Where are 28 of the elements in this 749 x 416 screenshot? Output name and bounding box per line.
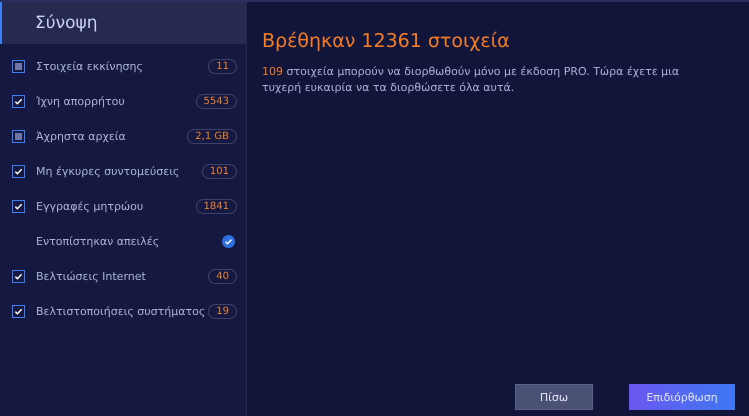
count-badge: 40 <box>208 269 237 284</box>
back-button[interactable]: Πίσω <box>515 384 593 410</box>
repair-button[interactable]: Επιδιόρθωση <box>629 384 735 410</box>
count-badge: 5543 <box>196 94 237 109</box>
count-badge: 1841 <box>196 199 237 214</box>
count-badge: 2,1 GB <box>187 129 237 144</box>
count-badge: 101 <box>202 164 237 179</box>
count-badge: 11 <box>208 59 237 74</box>
checkbox[interactable] <box>12 130 25 143</box>
count-badge: 19 <box>208 304 237 319</box>
sidebar-title: Σύνοψη <box>35 13 98 33</box>
item-label: Εγγραφές μητρώου <box>36 199 144 214</box>
item-label: Βελτιστοποιήσεις συστήματος <box>36 304 206 319</box>
checkbox[interactable] <box>12 60 25 73</box>
item-label: Ίχνη απορρήτου <box>36 94 126 109</box>
item-label: Άχρηστα αρχεία <box>36 129 127 144</box>
result-message: 109 στοιχεία μπορούν να διορθωθούν μόνο με έκδοση PRO. Τώρα έχετε μια τυχερή ευκαιρία να τα διορθώσετε όλα αυτά. <box>262 64 680 96</box>
check-circle-icon <box>222 235 235 248</box>
item-label: Εντοπίστηκαν απειλές <box>36 234 160 249</box>
item-label: Μη έγκυρες συντομεύσεις <box>36 164 180 179</box>
item-label: Βελτιώσεις Internet <box>36 269 147 284</box>
checkbox[interactable] <box>12 200 25 213</box>
checkbox[interactable] <box>12 95 25 108</box>
checkbox[interactable] <box>12 305 25 318</box>
result-heading: Βρέθηκαν 12361 στοιχεία <box>262 30 511 52</box>
checkbox[interactable] <box>12 165 25 178</box>
item-label: Στοιχεία εκκίνησης <box>36 59 144 74</box>
checkbox[interactable] <box>12 270 25 283</box>
